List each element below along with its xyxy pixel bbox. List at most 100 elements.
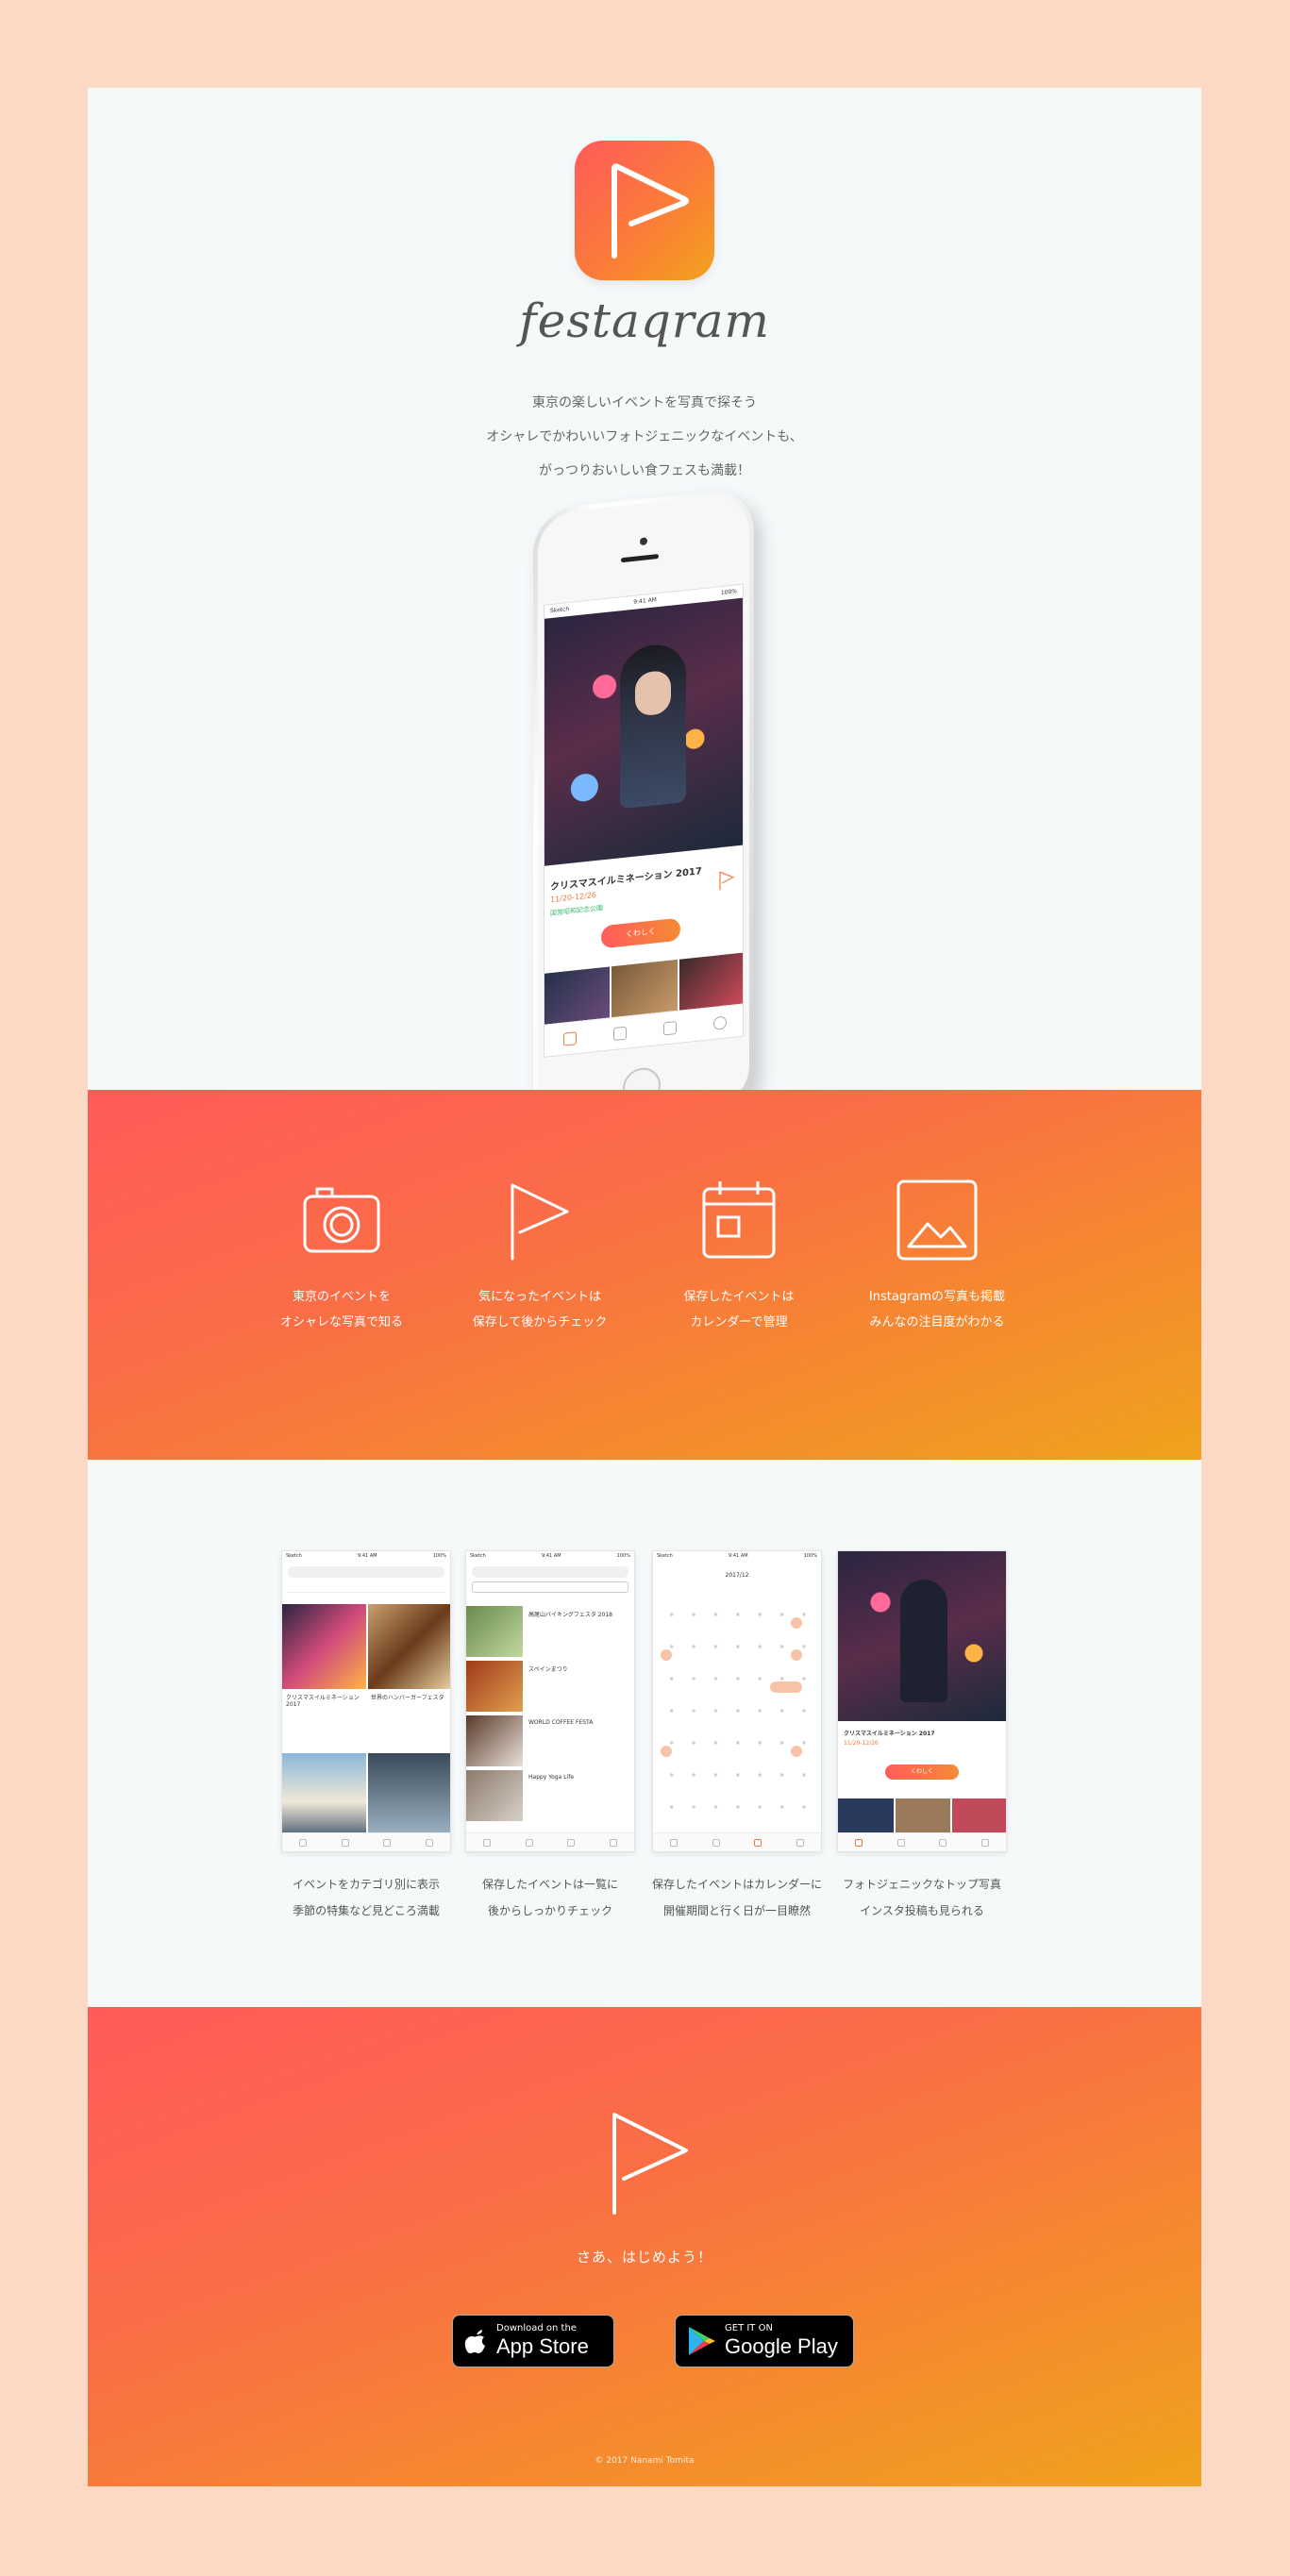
mini-photo[interactable] xyxy=(282,1604,366,1689)
app-icon xyxy=(575,141,714,280)
feature-text: 東京のイベントを xyxy=(292,1290,391,1304)
feature-text: 保存したイベントは xyxy=(683,1290,795,1304)
save-flag-icon[interactable] xyxy=(718,869,735,892)
mini-photo[interactable] xyxy=(466,1715,523,1766)
event-date: 11/20-12/26 xyxy=(550,890,596,905)
mini-event-title: クリスマスイルミネーション 2017 xyxy=(844,1731,935,1737)
calendar-marked-day[interactable] xyxy=(791,1746,802,1757)
calendar-marked-range[interactable] xyxy=(770,1681,802,1693)
phone-screen: Sketch 9:41 AM 100% クリスマスイルミネーション 2017 1… xyxy=(544,583,744,1058)
feature-text: オシャレな写真で知る xyxy=(279,1315,403,1330)
time-label: 9:41 AM xyxy=(633,596,657,606)
mini-photo[interactable] xyxy=(282,1753,366,1834)
copyright: © 2017 Nanami Tomita xyxy=(595,2456,695,2466)
mini-category-tabs[interactable] xyxy=(286,1581,446,1593)
hero-section: festaqram 東京の楽しいイベントを写真で探そう オシャレでかわいいフォト… xyxy=(88,88,1201,1131)
mini-event-title: クリスマスイルミネーション 2017 xyxy=(286,1695,360,1708)
calendar-marked-day[interactable] xyxy=(791,1649,802,1661)
feature-text: Instagramの写真も掲載 xyxy=(868,1290,1006,1304)
apple-icon xyxy=(464,2330,485,2353)
mini-photo[interactable] xyxy=(368,1753,450,1834)
mini-event-date: 11/20-12/26 xyxy=(844,1740,879,1747)
event-title: クリスマスイルミネーション 2017 xyxy=(550,866,702,894)
tagline: 東京の楽しいイベントを写真で探そう オシャレでかわいいフォトジェニックなイベント… xyxy=(88,386,1201,488)
app-wordmark: festaqram xyxy=(519,293,770,348)
feature-text: 保存して後からチェック xyxy=(472,1315,608,1330)
mini-event-title: Happy Yoga Life xyxy=(528,1774,575,1781)
mini-search-bar[interactable] xyxy=(288,1566,444,1578)
event-photo[interactable] xyxy=(544,597,744,866)
mini-event-title: 高尾山バイキングフェスタ 2018 xyxy=(528,1612,612,1618)
page-frame: festaqram 東京の楽しいイベントを写真で探そう オシャレでかわいいフォト… xyxy=(88,88,1201,2486)
feature-camera: 東京のイベントを オシャレな写真で知る xyxy=(243,1173,441,1335)
photo-subject xyxy=(620,641,686,810)
feature-flag: 気になったイベントは 保存して後からチェック xyxy=(441,1173,639,1335)
mini-status-bar: Sketch 9:41 AM 100% xyxy=(286,1553,446,1559)
more-tab-icon[interactable] xyxy=(712,1015,727,1030)
caption-line: 保存したイベントは一覧に xyxy=(481,1878,618,1891)
calendar-marked-day[interactable] xyxy=(791,1617,802,1629)
calendar-month: 2017/12 xyxy=(725,1572,749,1579)
screens-section: Sketch 9:41 AM 100% クリスマスイルミネーション 2017 世界の… xyxy=(88,1460,1201,2007)
mini-event-title: 世界のハンバーガーフェスタ xyxy=(371,1695,444,1701)
app-store-small-text: Download on the xyxy=(496,2323,577,2333)
screenshot-saved-list: Sketch 9:41 AM 100% 高尾山バイキングフェスタ 2018 スペイン… xyxy=(465,1550,635,1852)
photo-subject xyxy=(900,1580,947,1702)
app-store-big-text: App Store xyxy=(496,2334,589,2358)
google-play-icon xyxy=(689,2327,715,2355)
caption-line: フォトジェニックなトップ写真 xyxy=(842,1878,1001,1891)
tagline-line: オシャレでかわいいフォトジェニックなイベントも、 xyxy=(486,429,803,444)
caption-line: インスタ投稿も見られる xyxy=(860,1904,984,1917)
flag-tab-icon[interactable] xyxy=(612,1026,627,1041)
home-tab-icon[interactable] xyxy=(562,1030,577,1046)
thumbnail[interactable] xyxy=(679,952,744,1011)
flag-icon xyxy=(511,1183,569,1261)
event-place: 国営昭和記念公園 xyxy=(550,904,603,918)
flag-icon xyxy=(611,163,689,259)
mini-photo[interactable] xyxy=(466,1606,523,1657)
screenshot-categories: Sketch 9:41 AM 100% クリスマスイルミネーション 2017 世界の… xyxy=(281,1550,451,1852)
mini-event-title: WORLD COFFEE FESTA xyxy=(528,1719,594,1726)
mini-tab-bar xyxy=(282,1832,450,1851)
mini-instagram-thumbs xyxy=(838,1798,1006,1834)
cta-text: さあ、はじめよう！ xyxy=(576,2249,712,2266)
mini-status-bar: Sketch 9:41 AM 100% xyxy=(657,1553,817,1559)
mini-event-title: スペインまつり xyxy=(528,1666,568,1673)
feature-calendar: 保存したイベントは カレンダーで管理 xyxy=(640,1173,838,1335)
calendar-marked-day[interactable] xyxy=(661,1746,672,1757)
thumbnail[interactable] xyxy=(544,966,611,1025)
front-camera xyxy=(640,537,647,546)
screen-caption: 保存したイベントは一覧に 後からしっかりチェック xyxy=(442,1871,659,1924)
phone-speaker xyxy=(621,554,659,563)
google-play-small-text: GET IT ON xyxy=(725,2323,773,2333)
calendar-marked-day[interactable] xyxy=(661,1649,672,1661)
app-store-button[interactable]: Download on the App Store xyxy=(452,2315,614,2367)
image-icon xyxy=(896,1179,978,1261)
mini-photo[interactable] xyxy=(466,1661,523,1712)
mini-photo[interactable] xyxy=(466,1770,523,1821)
mini-tab-bar xyxy=(653,1832,821,1851)
feature-text: カレンダーで管理 xyxy=(690,1315,788,1330)
calendar-icon xyxy=(702,1181,776,1259)
detail-button[interactable]: くわしく xyxy=(601,917,680,949)
caption-line: 後からしっかりチェック xyxy=(487,1904,612,1917)
thumbnail[interactable] xyxy=(611,959,678,1018)
screenshot-detail: クリスマスイルミネーション 2017 11/20-12/26 くわしく xyxy=(837,1550,1007,1852)
google-play-big-text: Google Play xyxy=(725,2334,838,2358)
mini-tab-bar xyxy=(838,1832,1006,1851)
mini-segmented-control[interactable] xyxy=(472,1581,628,1593)
phone-mockup: Sketch 9:41 AM 100% クリスマスイルミネーション 2017 1… xyxy=(533,487,754,1131)
calendar-grid[interactable] xyxy=(661,1598,815,1825)
flag-icon xyxy=(612,2113,688,2215)
phone-body: Sketch 9:41 AM 100% クリスマスイルミネーション 2017 1… xyxy=(538,492,749,1127)
mini-search-bar[interactable] xyxy=(472,1566,628,1578)
google-play-button[interactable]: GET IT ON Google Play xyxy=(675,2315,854,2367)
camera-icon xyxy=(303,1187,380,1253)
mini-photo[interactable] xyxy=(368,1604,450,1689)
tagline-line: がっつりおいしい食フェスも満載！ xyxy=(539,463,750,478)
feature-text: 気になったイベントは xyxy=(477,1290,601,1304)
feature-image: Instagramの写真も掲載 みんなの注目度がわかる xyxy=(838,1173,1036,1335)
battery-label: 100% xyxy=(720,588,737,597)
calendar-tab-icon[interactable] xyxy=(662,1020,677,1036)
mini-detail-button[interactable]: くわしく xyxy=(885,1765,959,1780)
